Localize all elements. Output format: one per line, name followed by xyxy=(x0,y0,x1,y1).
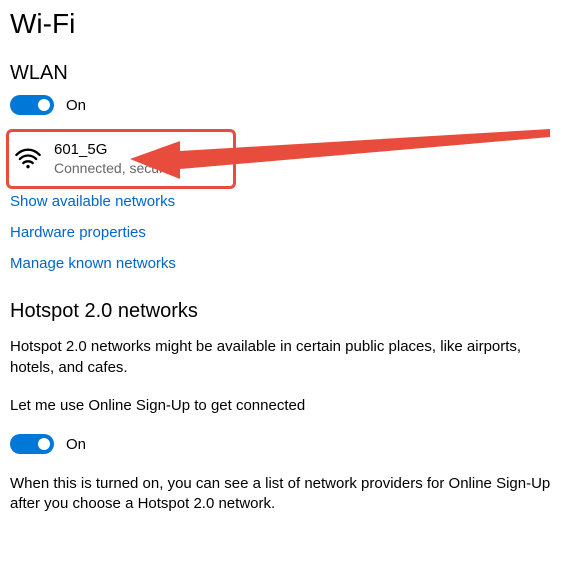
hotspot-header: Hotspot 2.0 networks xyxy=(10,300,566,323)
hotspot-toggle-label: On xyxy=(66,436,86,453)
wifi-network-status: Connected, secured xyxy=(54,160,179,178)
wlan-toggle-label: On xyxy=(66,97,86,114)
wifi-network-item[interactable]: 601_5G Connected, secured xyxy=(10,135,566,183)
hotspot-toggle-switch[interactable] xyxy=(10,434,54,454)
hotspot-toggle-row: On xyxy=(10,434,566,454)
show-available-networks-link[interactable]: Show available networks xyxy=(10,193,566,210)
hardware-properties-link[interactable]: Hardware properties xyxy=(10,224,566,241)
wifi-network-item-container: 601_5G Connected, secured xyxy=(10,135,566,183)
hotspot-description: Hotspot 2.0 networks might be available … xyxy=(10,337,566,378)
hotspot-section: Hotspot 2.0 networks Hotspot 2.0 network… xyxy=(10,300,566,514)
wlan-header: WLAN xyxy=(10,62,566,85)
wlan-toggle-row: On xyxy=(10,95,566,115)
wifi-network-name: 601_5G xyxy=(54,141,179,160)
wlan-toggle-switch[interactable] xyxy=(10,95,54,115)
manage-known-networks-link[interactable]: Manage known networks xyxy=(10,255,566,272)
hotspot-toggle-title: Let me use Online Sign-Up to get connect… xyxy=(10,396,566,416)
wifi-network-text: 601_5G Connected, secured xyxy=(54,141,179,177)
page-title: Wi-Fi xyxy=(10,8,566,40)
wifi-signal-icon xyxy=(14,145,42,173)
hotspot-note: When this is turned on, you can see a li… xyxy=(10,474,566,515)
